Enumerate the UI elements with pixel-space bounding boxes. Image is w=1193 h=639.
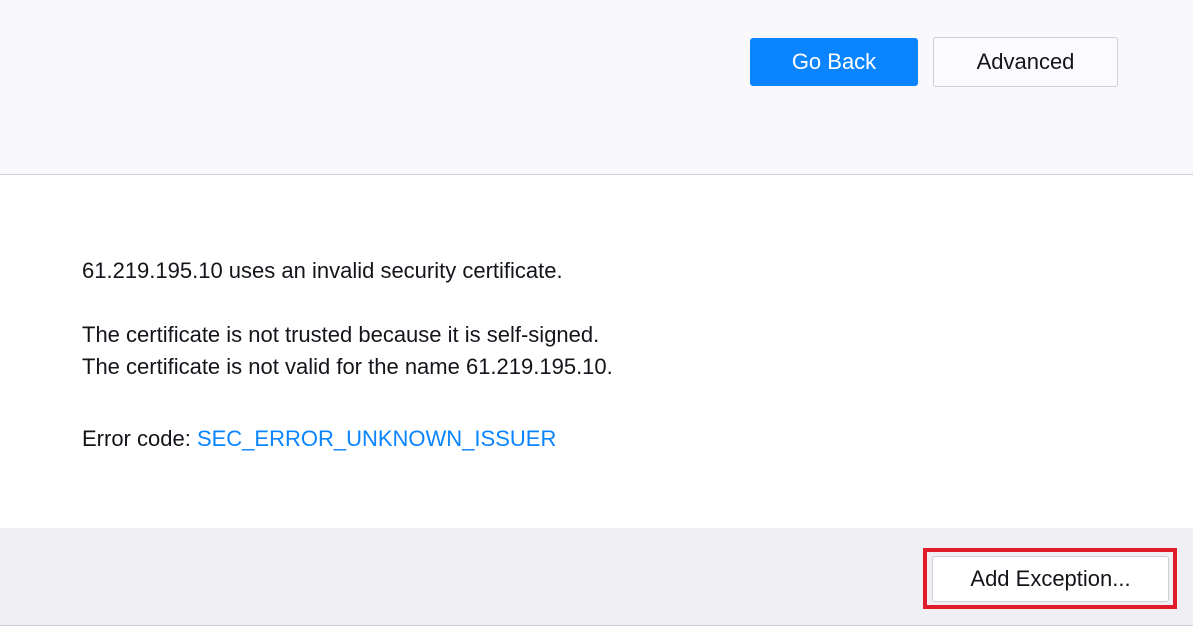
advanced-button[interactable]: Advanced: [933, 37, 1118, 87]
error-code-link[interactable]: SEC_ERROR_UNKNOWN_ISSUER: [197, 426, 556, 451]
error-code-line: Error code: SEC_ERROR_UNKNOWN_ISSUER: [82, 423, 556, 455]
self-signed-message: The certificate is not trusted because i…: [82, 322, 600, 347]
name-mismatch-message: The certificate is not valid for the nam…: [82, 354, 613, 379]
error-code-label: Error code:: [82, 426, 197, 451]
bottom-divider: [0, 625, 1193, 626]
invalid-certificate-message: 61.219.195.10 uses an invalid security c…: [82, 258, 563, 283]
certificate-error-page: Go Back Advanced 61.219.195.10 uses an i…: [0, 0, 1193, 639]
top-divider: [0, 174, 1193, 175]
go-back-button[interactable]: Go Back: [750, 38, 918, 86]
top-button-bar: Go Back Advanced: [0, 0, 1193, 174]
annotation-highlight-box: [923, 548, 1177, 609]
